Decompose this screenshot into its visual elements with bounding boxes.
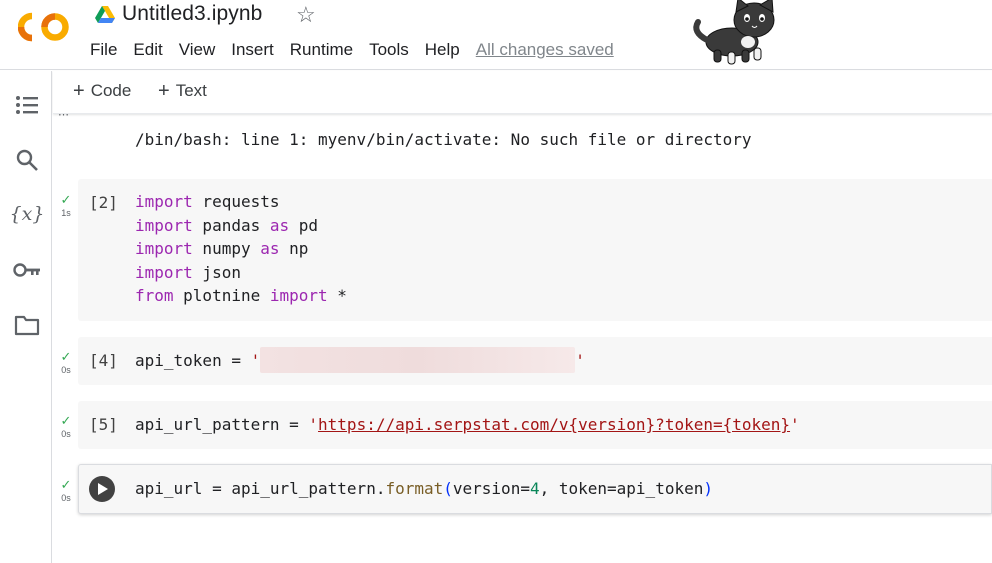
code-token: ' <box>308 415 319 434</box>
search-icon[interactable] <box>13 146 41 174</box>
cell-status: ✓ 1s <box>56 193 76 218</box>
exec-time: 0s <box>61 365 71 375</box>
output-collapse-icon[interactable]: ⋯ <box>58 108 69 121</box>
code-token: requests <box>192 192 280 211</box>
code-token: ) <box>703 479 713 498</box>
exec-time: 0s <box>61 493 71 503</box>
cell-output: /bin/bash: line 1: myenv/bin/activate: N… <box>135 130 752 149</box>
code-token: import <box>135 215 193 235</box>
notebook-title[interactable]: Untitled3.ipynb <box>122 2 262 26</box>
code-token: import <box>269 286 328 306</box>
code-token: pandas <box>192 215 270 235</box>
code-token: import <box>135 239 193 259</box>
app-header: Untitled3.ipynb ☆ File Edit View Insert … <box>0 0 992 70</box>
run-cell-button[interactable] <box>89 476 115 502</box>
check-icon: ✓ <box>60 349 72 364</box>
menu-view[interactable]: View <box>171 39 224 61</box>
code-token: version= <box>452 479 530 498</box>
colab-logo[interactable] <box>18 11 72 43</box>
code-editor[interactable]: api_url = api_url_pattern.format(version… <box>135 477 713 501</box>
code-token: as <box>260 239 280 259</box>
add-text-button[interactable]: + Text <box>158 81 207 101</box>
code-token: ' <box>790 415 800 434</box>
variables-icon[interactable]: {x} <box>10 200 45 228</box>
exec-count: [4] <box>89 351 118 370</box>
code-editor[interactable]: import requests import pandas as pd impo… <box>135 190 347 308</box>
code-token: api_token = <box>135 351 251 370</box>
left-sidebar: {x} <box>0 71 52 563</box>
code-token: , token=api_token <box>539 479 704 498</box>
menu-help[interactable]: Help <box>417 39 468 61</box>
code-token: from <box>135 286 174 306</box>
code-token: * <box>327 286 347 306</box>
code-token: ' <box>250 351 261 370</box>
star-outline-icon[interactable]: ☆ <box>296 2 316 28</box>
code-editor[interactable]: api_url_pattern = 'https://api.serpstat.… <box>135 413 800 437</box>
code-token: format <box>385 479 444 498</box>
code-token: ( <box>443 479 453 498</box>
cell-status: ✓ 0s <box>56 478 76 503</box>
url-link[interactable]: https://api.serpstat.com/v{version}?toke… <box>318 415 790 434</box>
code-token: api_url = api_url_pattern. <box>135 479 386 498</box>
code-token: plotnine <box>173 286 270 306</box>
redacted-token <box>260 346 576 373</box>
menu-edit[interactable]: Edit <box>125 39 170 61</box>
exec-time: 0s <box>61 429 71 439</box>
save-status-link[interactable]: All changes saved <box>476 39 614 61</box>
plus-icon: + <box>73 80 85 102</box>
notebook-toolbar: + Code + Text <box>53 71 992 114</box>
secrets-key-icon[interactable] <box>13 256 41 284</box>
exec-count: [5] <box>89 415 118 434</box>
code-token: np <box>279 239 309 259</box>
plus-icon: + <box>158 80 170 102</box>
cell-status: ✓ 0s <box>56 414 76 439</box>
code-token: numpy <box>192 239 261 259</box>
exec-time: 1s <box>61 208 71 218</box>
cat-sticker <box>693 0 775 65</box>
check-icon: ✓ <box>60 413 72 428</box>
exec-count: [2] <box>89 193 118 212</box>
play-icon <box>98 483 108 495</box>
code-token: 4 <box>529 479 540 498</box>
code-token: import <box>135 192 193 211</box>
add-text-label: Text <box>175 81 207 100</box>
files-folder-icon[interactable] <box>13 311 41 339</box>
table-of-contents-icon[interactable] <box>13 91 41 119</box>
menu-insert[interactable]: Insert <box>223 39 282 61</box>
cell-status: ✓ 0s <box>56 350 76 375</box>
menu-runtime[interactable]: Runtime <box>282 39 361 61</box>
menu-tools[interactable]: Tools <box>361 39 417 61</box>
code-token: ' <box>575 351 585 370</box>
code-token: as <box>269 215 290 235</box>
code-token: pd <box>289 215 319 235</box>
menu-file[interactable]: File <box>82 39 125 61</box>
code-token: json <box>192 262 241 282</box>
add-code-label: Code <box>90 81 132 100</box>
code-token: api_url_pattern = <box>135 415 309 434</box>
google-drive-icon[interactable] <box>95 6 115 24</box>
code-token: import <box>135 262 193 282</box>
check-icon: ✓ <box>60 477 72 492</box>
check-icon: ✓ <box>60 192 72 207</box>
code-editor[interactable]: api_token = ' ' <box>135 346 585 373</box>
menu-bar: File Edit View Insert Runtime Tools Help… <box>82 39 614 61</box>
add-code-button[interactable]: + Code <box>73 81 131 101</box>
